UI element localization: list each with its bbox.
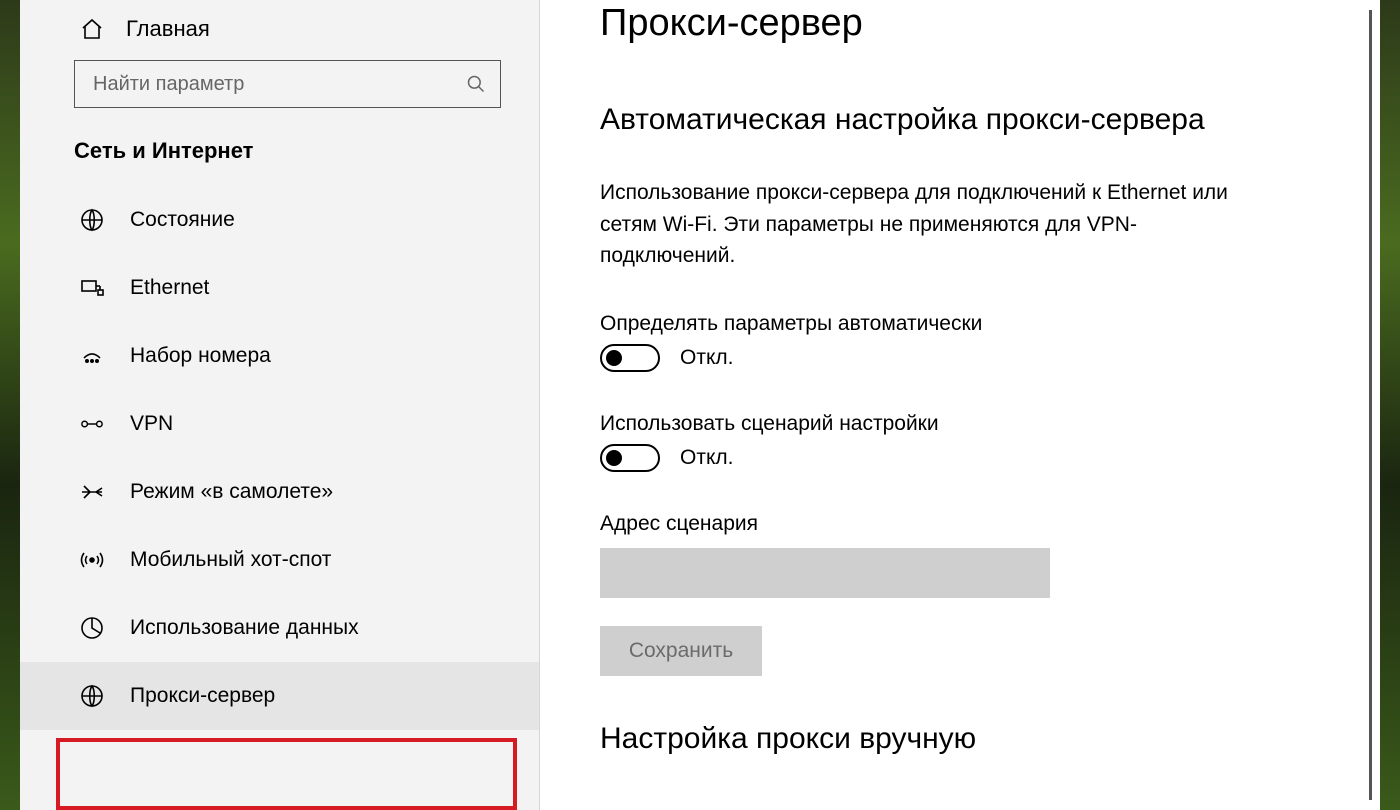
- toggle-knob-icon: [606, 450, 622, 466]
- sidebar-home-label: Главная: [126, 16, 210, 42]
- airplane-icon: [80, 480, 104, 504]
- sidebar-item-proxy[interactable]: Прокси-сервер: [20, 662, 539, 730]
- sidebar-item-ethernet[interactable]: Ethernet: [20, 254, 539, 322]
- auto-detect-toggle[interactable]: [600, 344, 660, 372]
- search-icon: [466, 74, 486, 94]
- page-title: Прокси-сервер: [600, 0, 1380, 45]
- scrollbar[interactable]: [1369, 10, 1372, 800]
- dialup-icon: [80, 344, 104, 368]
- main-content: Прокси-сервер Автоматическая настройка п…: [540, 0, 1380, 810]
- sidebar-item-label: Состояние: [130, 208, 235, 232]
- sidebar-section-title: Сеть и Интернет: [20, 134, 539, 186]
- home-icon: [80, 17, 104, 41]
- auto-detect-status: Откл.: [680, 346, 733, 370]
- sidebar-item-airplane-mode[interactable]: Режим «в самолете»: [20, 458, 539, 526]
- sidebar-item-label: Прокси-сервер: [130, 684, 275, 708]
- desktop-wallpaper-left: [0, 0, 20, 810]
- sidebar-item-label: Режим «в самолете»: [130, 480, 333, 504]
- proxy-icon: [80, 684, 104, 708]
- sidebar: Главная Найти параметр Сеть и Интернет С…: [20, 0, 540, 810]
- hotspot-icon: [80, 548, 104, 572]
- manual-proxy-section-title: Настройка прокси вручную: [600, 722, 1380, 756]
- search-input[interactable]: Найти параметр: [74, 60, 501, 108]
- data-usage-icon: [80, 616, 104, 640]
- sidebar-item-label: VPN: [130, 412, 173, 436]
- sidebar-item-label: Мобильный хот-спот: [130, 548, 331, 572]
- annotation-highlight: [56, 738, 517, 810]
- script-address-input[interactable]: [600, 548, 1050, 598]
- script-address-label: Адрес сценария: [600, 512, 1380, 536]
- use-script-status: Откл.: [680, 446, 733, 470]
- sidebar-item-label: Использование данных: [130, 616, 359, 640]
- sidebar-item-label: Набор номера: [130, 344, 271, 368]
- use-script-toggle-row: Откл.: [600, 444, 1380, 472]
- sidebar-item-dialup[interactable]: Набор номера: [20, 322, 539, 390]
- search-placeholder: Найти параметр: [93, 73, 244, 96]
- save-button[interactable]: Сохранить: [600, 626, 762, 676]
- auto-proxy-section-title: Автоматическая настройка прокси-сервера: [600, 103, 1380, 137]
- desktop-wallpaper-right: [1380, 0, 1400, 810]
- toggle-knob-icon: [606, 350, 622, 366]
- vpn-icon: [80, 412, 104, 436]
- use-script-label: Использовать сценарий настройки: [600, 412, 1380, 436]
- auto-detect-label: Определять параметры автоматически: [600, 312, 1380, 336]
- sidebar-item-mobile-hotspot[interactable]: Мобильный хот-спот: [20, 526, 539, 594]
- auto-proxy-description: Использование прокси-сервера для подключ…: [600, 177, 1240, 272]
- sidebar-item-status[interactable]: Состояние: [20, 186, 539, 254]
- use-script-toggle[interactable]: [600, 444, 660, 472]
- ethernet-icon: [80, 276, 104, 300]
- settings-window: Главная Найти параметр Сеть и Интернет С…: [20, 0, 1380, 810]
- globe-icon: [80, 208, 104, 232]
- sidebar-item-vpn[interactable]: VPN: [20, 390, 539, 458]
- sidebar-home[interactable]: Главная: [20, 6, 539, 60]
- sidebar-item-label: Ethernet: [130, 276, 209, 300]
- auto-detect-toggle-row: Откл.: [600, 344, 1380, 372]
- sidebar-item-data-usage[interactable]: Использование данных: [20, 594, 539, 662]
